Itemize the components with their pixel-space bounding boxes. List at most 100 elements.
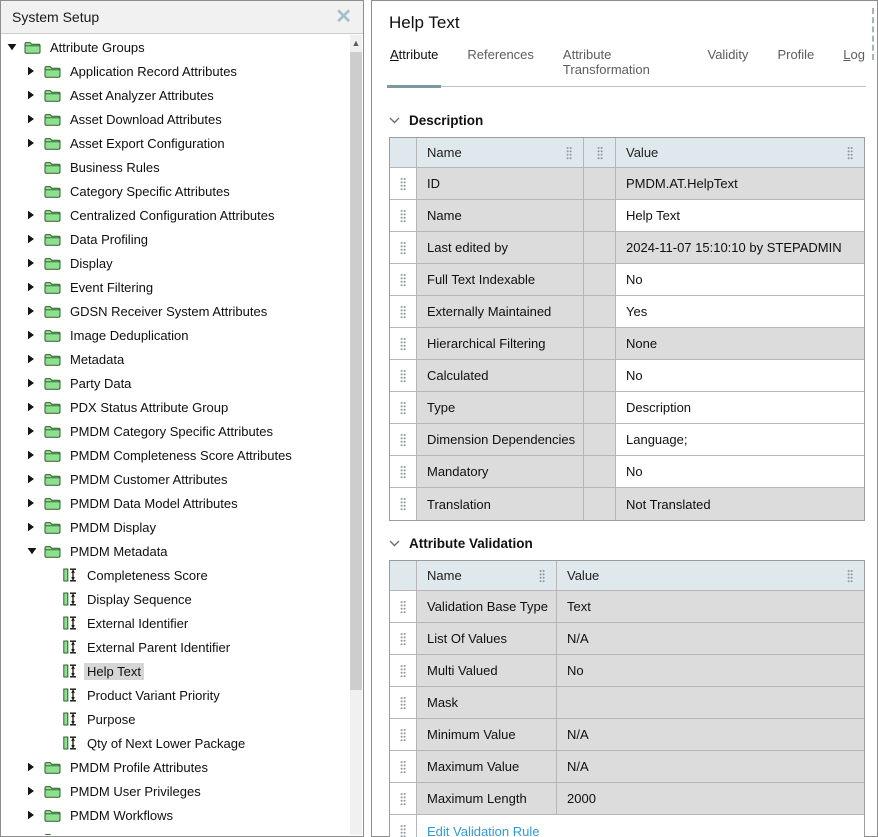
row-handle-cell[interactable] xyxy=(390,623,417,655)
row-drag-handle-icon[interactable] xyxy=(399,176,407,192)
row-drag-handle-icon[interactable] xyxy=(399,727,407,743)
row-drag-handle-icon[interactable] xyxy=(399,400,407,416)
scroll-up-arrow-icon[interactable]: ▲ xyxy=(350,35,362,50)
tree-item[interactable]: Asset Export Configuration xyxy=(1,131,349,155)
property-value-cell[interactable]: No xyxy=(616,456,864,488)
row-handle-cell[interactable] xyxy=(390,591,417,623)
row-drag-handle-icon[interactable] xyxy=(399,464,407,480)
row-handle-cell[interactable] xyxy=(390,687,417,719)
scrollbar-thumb[interactable] xyxy=(350,52,362,690)
column-menu-icon[interactable] xyxy=(596,145,604,161)
collapse-arrow-icon[interactable] xyxy=(27,547,37,555)
row-drag-handle-icon[interactable] xyxy=(399,336,407,352)
expand-arrow-icon[interactable] xyxy=(27,450,35,460)
tree-item[interactable]: Category Specific Attributes xyxy=(1,179,349,203)
tab-profile[interactable]: Profile xyxy=(776,47,815,86)
expand-arrow-icon[interactable] xyxy=(27,498,35,508)
collapse-arrow-icon[interactable] xyxy=(7,43,17,51)
expand-arrow-icon[interactable] xyxy=(27,306,35,316)
tree-item[interactable]: Source Systems xyxy=(1,827,349,835)
tree-item[interactable]: GDSN Receiver System Attributes xyxy=(1,299,349,323)
tree-item[interactable]: External Parent Identifier xyxy=(1,635,349,659)
tree-item[interactable]: Application Record Attributes xyxy=(1,59,349,83)
row-handle-cell[interactable] xyxy=(390,456,417,488)
expand-arrow-icon[interactable] xyxy=(27,834,35,835)
tree-item[interactable]: Metadata xyxy=(1,347,349,371)
row-handle-cell[interactable] xyxy=(390,168,417,200)
close-icon[interactable]: ✕ xyxy=(335,7,352,27)
tree-item[interactable]: Data Profiling xyxy=(1,227,349,251)
row-handle-cell[interactable] xyxy=(390,264,417,296)
row-handle-cell[interactable] xyxy=(390,783,417,815)
row-handle-cell[interactable] xyxy=(390,392,417,424)
section-collapse-icon[interactable] xyxy=(389,117,400,124)
expand-arrow-icon[interactable] xyxy=(27,786,35,796)
row-drag-handle-icon[interactable] xyxy=(399,823,407,837)
row-handle-cell[interactable] xyxy=(390,328,417,360)
tree-item[interactable]: Display xyxy=(1,251,349,275)
name-column-header[interactable]: Name xyxy=(417,561,557,591)
row-drag-handle-icon[interactable] xyxy=(399,208,407,224)
tree-item[interactable]: Completeness Score xyxy=(1,563,349,587)
column-menu-icon[interactable] xyxy=(846,145,854,161)
tree-item[interactable]: Asset Download Attributes xyxy=(1,107,349,131)
tree-item[interactable]: Centralized Configuration Attributes xyxy=(1,203,349,227)
property-value-cell[interactable]: No xyxy=(616,360,864,392)
row-drag-handle-icon[interactable] xyxy=(399,368,407,384)
row-handle-cell[interactable] xyxy=(390,488,417,520)
expand-arrow-icon[interactable] xyxy=(27,114,35,124)
tab-attribute-transformation[interactable]: Attribute Transformation xyxy=(562,47,680,86)
row-drag-handle-icon[interactable] xyxy=(399,496,407,512)
row-handle-cell[interactable] xyxy=(390,424,417,456)
row-drag-handle-icon[interactable] xyxy=(399,759,407,775)
column-menu-icon[interactable] xyxy=(538,568,546,584)
tree-item[interactable]: PMDM Category Specific Attributes xyxy=(1,419,349,443)
row-handle-cell[interactable] xyxy=(390,655,417,687)
tab-attribute[interactable]: Attribute xyxy=(389,47,439,86)
row-drag-handle-icon[interactable] xyxy=(399,791,407,807)
property-value-cell[interactable]: Yes xyxy=(616,296,864,328)
tree-item[interactable]: PMDM Customer Attributes xyxy=(1,467,349,491)
tree-item[interactable]: Business Rules xyxy=(1,155,349,179)
row-drag-handle-icon[interactable] xyxy=(399,272,407,288)
expand-arrow-icon[interactable] xyxy=(27,138,35,148)
row-drag-handle-icon[interactable] xyxy=(399,432,407,448)
expand-arrow-icon[interactable] xyxy=(27,210,35,220)
expand-arrow-icon[interactable] xyxy=(27,522,35,532)
tree-item[interactable]: PMDM Display xyxy=(1,515,349,539)
row-handle-cell[interactable] xyxy=(390,719,417,751)
tree-item[interactable]: External Identifier xyxy=(1,611,349,635)
dimension-column-header[interactable] xyxy=(584,138,616,168)
expand-arrow-icon[interactable] xyxy=(27,402,35,412)
property-value-cell[interactable]: Description xyxy=(616,392,864,424)
tree-item[interactable]: Party Data xyxy=(1,371,349,395)
row-drag-handle-icon[interactable] xyxy=(399,599,407,615)
tree-item[interactable]: Purpose xyxy=(1,707,349,731)
tree-item[interactable]: Event Filtering xyxy=(1,275,349,299)
row-drag-handle-icon[interactable] xyxy=(399,695,407,711)
tree-item[interactable]: Attribute Groups xyxy=(1,35,349,59)
name-column-header[interactable]: Name xyxy=(417,138,584,168)
row-drag-handle-icon[interactable] xyxy=(399,304,407,320)
tree-scrollbar[interactable]: ▲ xyxy=(350,35,362,835)
row-drag-handle-icon[interactable] xyxy=(399,663,407,679)
tree-item[interactable]: Asset Analyzer Attributes xyxy=(1,83,349,107)
expand-arrow-icon[interactable] xyxy=(27,330,35,340)
row-handle-cell[interactable] xyxy=(390,360,417,392)
property-value-cell[interactable]: Help Text xyxy=(616,200,864,232)
row-handle-cell[interactable] xyxy=(390,751,417,783)
tree-item[interactable]: PMDM Metadata xyxy=(1,539,349,563)
tree-item[interactable]: PMDM Workflows xyxy=(1,803,349,827)
section-collapse-icon[interactable] xyxy=(389,540,400,547)
expand-arrow-icon[interactable] xyxy=(27,762,35,772)
row-handle-cell[interactable] xyxy=(390,815,417,837)
row-drag-handle-icon[interactable] xyxy=(399,631,407,647)
tree-item[interactable]: PMDM Profile Attributes xyxy=(1,755,349,779)
expand-arrow-icon[interactable] xyxy=(27,234,35,244)
tree-item[interactable]: PMDM Data Model Attributes xyxy=(1,491,349,515)
property-value-cell[interactable]: No xyxy=(616,264,864,296)
property-value-cell[interactable]: Language; xyxy=(616,424,864,456)
value-column-header[interactable]: Value xyxy=(616,138,864,168)
tree-item[interactable]: PMDM Completeness Score Attributes xyxy=(1,443,349,467)
tab-validity[interactable]: Validity xyxy=(706,47,749,86)
